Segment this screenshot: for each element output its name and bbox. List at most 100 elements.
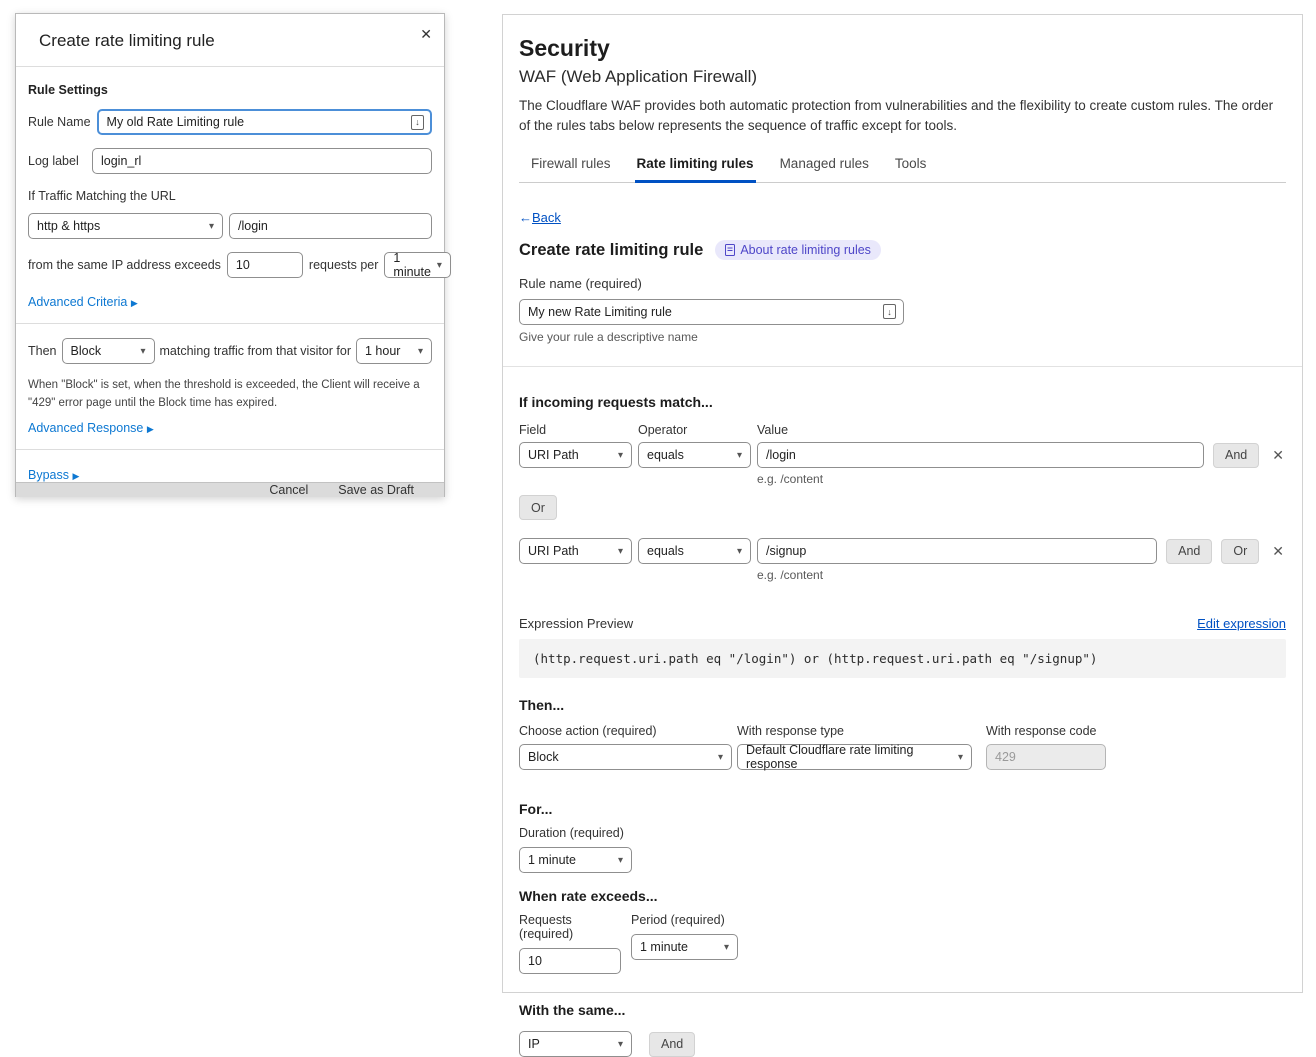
condition-column-labels: Field Operator Value <box>519 423 1286 437</box>
and-button[interactable]: And <box>1166 539 1212 564</box>
rate-section: When rate exceeds... Requests (required)… <box>519 888 1286 974</box>
log-label-label: Log label <box>28 154 86 168</box>
waf-description: The Cloudflare WAF provides both automat… <box>519 96 1286 135</box>
remove-condition-icon[interactable]: ✕ <box>1272 544 1284 558</box>
value-hint: e.g. /content <box>757 472 1286 486</box>
url-match-row: http & https ▾ <box>28 213 432 239</box>
edit-expression-link[interactable]: Edit expression <box>1197 616 1286 631</box>
tab-rate-limiting-rules[interactable]: Rate limiting rules <box>635 152 756 183</box>
waf-tabs: Firewall rules Rate limiting rules Manag… <box>519 152 1286 183</box>
chevron-down-icon: ▾ <box>209 221 214 232</box>
rule-settings-heading: Rule Settings <box>28 83 432 97</box>
period-select[interactable]: 1 minute ▾ <box>631 934 738 960</box>
field-select[interactable]: URI Path ▾ <box>519 442 632 468</box>
save-as-draft-button[interactable]: Save as Draft <box>338 483 414 497</box>
chevron-down-icon: ▾ <box>418 346 423 357</box>
advanced-response-link[interactable]: Advanced Response ▶ <box>28 421 154 435</box>
rule-name-field-wrap: ↓ <box>519 299 904 325</box>
legacy-rate-limit-modal: Create rate limiting rule ✕ Rule Setting… <box>15 13 445 497</box>
bypass-link[interactable]: Bypass ▶ <box>28 468 79 482</box>
chevron-down-icon: ▾ <box>618 1039 623 1050</box>
url-input[interactable] <box>229 213 432 239</box>
advanced-criteria-link[interactable]: Advanced Criteria ▶ <box>28 295 138 309</box>
rule-name-input[interactable] <box>519 299 904 325</box>
response-type-column: With response type Default Cloudflare ra… <box>737 724 972 770</box>
document-icon <box>725 244 735 256</box>
remove-condition-icon[interactable]: ✕ <box>1272 448 1284 462</box>
modal-footer: Cancel Save as Draft <box>16 482 444 497</box>
or-button[interactable]: Or <box>1221 539 1259 564</box>
autofill-icon[interactable]: ↓ <box>411 115 424 130</box>
period-column: Period (required) 1 minute ▾ <box>631 904 738 974</box>
value-input[interactable] <box>757 442 1204 468</box>
triangle-right-icon: ▶ <box>147 424 154 434</box>
period-select[interactable]: 1 minute ▾ <box>384 252 451 278</box>
expression-header: Expression Preview Edit expression <box>519 616 1286 631</box>
and-button[interactable]: And <box>649 1032 695 1057</box>
then-section: Then... Choose action (required) Block ▾… <box>519 697 1286 770</box>
modal-title: Create rate limiting rule <box>39 31 421 51</box>
match-heading: If incoming requests match... <box>519 394 1286 410</box>
field-label: Field <box>519 423 638 437</box>
then-suffix: matching traffic from that visitor for <box>160 344 352 358</box>
requests-count-input[interactable] <box>227 252 303 278</box>
action-select[interactable]: Block ▾ <box>62 338 155 364</box>
divider <box>503 366 1302 367</box>
cancel-button[interactable]: Cancel <box>269 483 308 497</box>
triangle-right-icon: ▶ <box>131 298 138 308</box>
log-label-input[interactable] <box>92 148 432 174</box>
response-type-select[interactable]: Default Cloudflare rate limiting respons… <box>737 744 972 770</box>
requests-input[interactable] <box>519 948 621 974</box>
form-title: Create rate limiting rule <box>519 241 703 260</box>
match-section: If incoming requests match... Field Oper… <box>519 394 1286 582</box>
tab-managed-rules[interactable]: Managed rules <box>778 152 871 183</box>
tab-tools[interactable]: Tools <box>893 152 929 183</box>
with-same-controls: IP ▾ And <box>519 1031 1286 1057</box>
rule-name-field-wrap: ↓ <box>97 109 432 135</box>
rule-name-label: Rule Name <box>28 115 91 129</box>
operator-select[interactable]: equals ▾ <box>638 538 751 564</box>
autofill-icon[interactable]: ↓ <box>883 304 896 319</box>
requests-suffix: requests per <box>309 258 378 272</box>
back-link[interactable]: ←Back <box>519 210 561 225</box>
chevron-down-icon: ▾ <box>618 546 623 557</box>
then-heading: Then... <box>519 697 1286 713</box>
operator-label: Operator <box>638 423 757 437</box>
page-title: Security <box>519 35 1286 62</box>
back-arrow-icon: ← <box>519 210 532 225</box>
response-code-column: With response code <box>986 724 1106 770</box>
operator-select[interactable]: equals ▾ <box>638 442 751 468</box>
or-button[interactable]: Or <box>519 495 557 520</box>
exceeds-prefix: from the same IP address exceeds <box>28 258 221 272</box>
action-select[interactable]: Block ▾ <box>519 744 732 770</box>
chevron-down-icon: ▾ <box>724 942 729 953</box>
close-icon[interactable]: ✕ <box>420 26 432 43</box>
expression-section: Expression Preview Edit expression (http… <box>519 616 1286 678</box>
modal-header: Create rate limiting rule ✕ <box>16 14 444 67</box>
with-same-heading: With the same... <box>519 1002 1286 1018</box>
rule-name-section: Rule name (required) ↓ Give your rule a … <box>519 275 1286 344</box>
scheme-select[interactable]: http & https ▾ <box>28 213 223 239</box>
for-heading: For... <box>519 801 1286 817</box>
then-label: Then <box>28 344 57 358</box>
value-input[interactable] <box>757 538 1157 564</box>
and-button[interactable]: And <box>1213 443 1259 468</box>
chevron-down-icon: ▾ <box>718 752 723 763</box>
chevron-down-icon: ▾ <box>437 260 442 271</box>
rule-name-hint: Give your rule a descriptive name <box>519 330 1286 344</box>
characteristic-select[interactable]: IP ▾ <box>519 1031 632 1057</box>
rule-name-input[interactable] <box>107 111 411 133</box>
form-title-row: Create rate limiting rule About rate lim… <box>519 240 1286 260</box>
field-select[interactable]: URI Path ▾ <box>519 538 632 564</box>
expression-preview-label: Expression Preview <box>519 616 633 631</box>
duration-select[interactable]: 1 minute ▾ <box>519 847 632 873</box>
condition-row: URI Path ▾ equals ▾ And ✕ <box>519 442 1286 468</box>
about-rate-limiting-badge[interactable]: About rate limiting rules <box>715 240 881 260</box>
block-duration-select[interactable]: 1 hour ▾ <box>356 338 432 364</box>
requests-label: Requests (required) <box>519 913 621 941</box>
tab-firewall-rules[interactable]: Firewall rules <box>529 152 613 183</box>
action-column: Choose action (required) Block ▾ <box>519 724 732 770</box>
rate-controls: Requests (required) Period (required) 1 … <box>519 904 1286 974</box>
then-controls: Choose action (required) Block ▾ With re… <box>519 724 1286 770</box>
chevron-down-icon: ▾ <box>737 450 742 461</box>
